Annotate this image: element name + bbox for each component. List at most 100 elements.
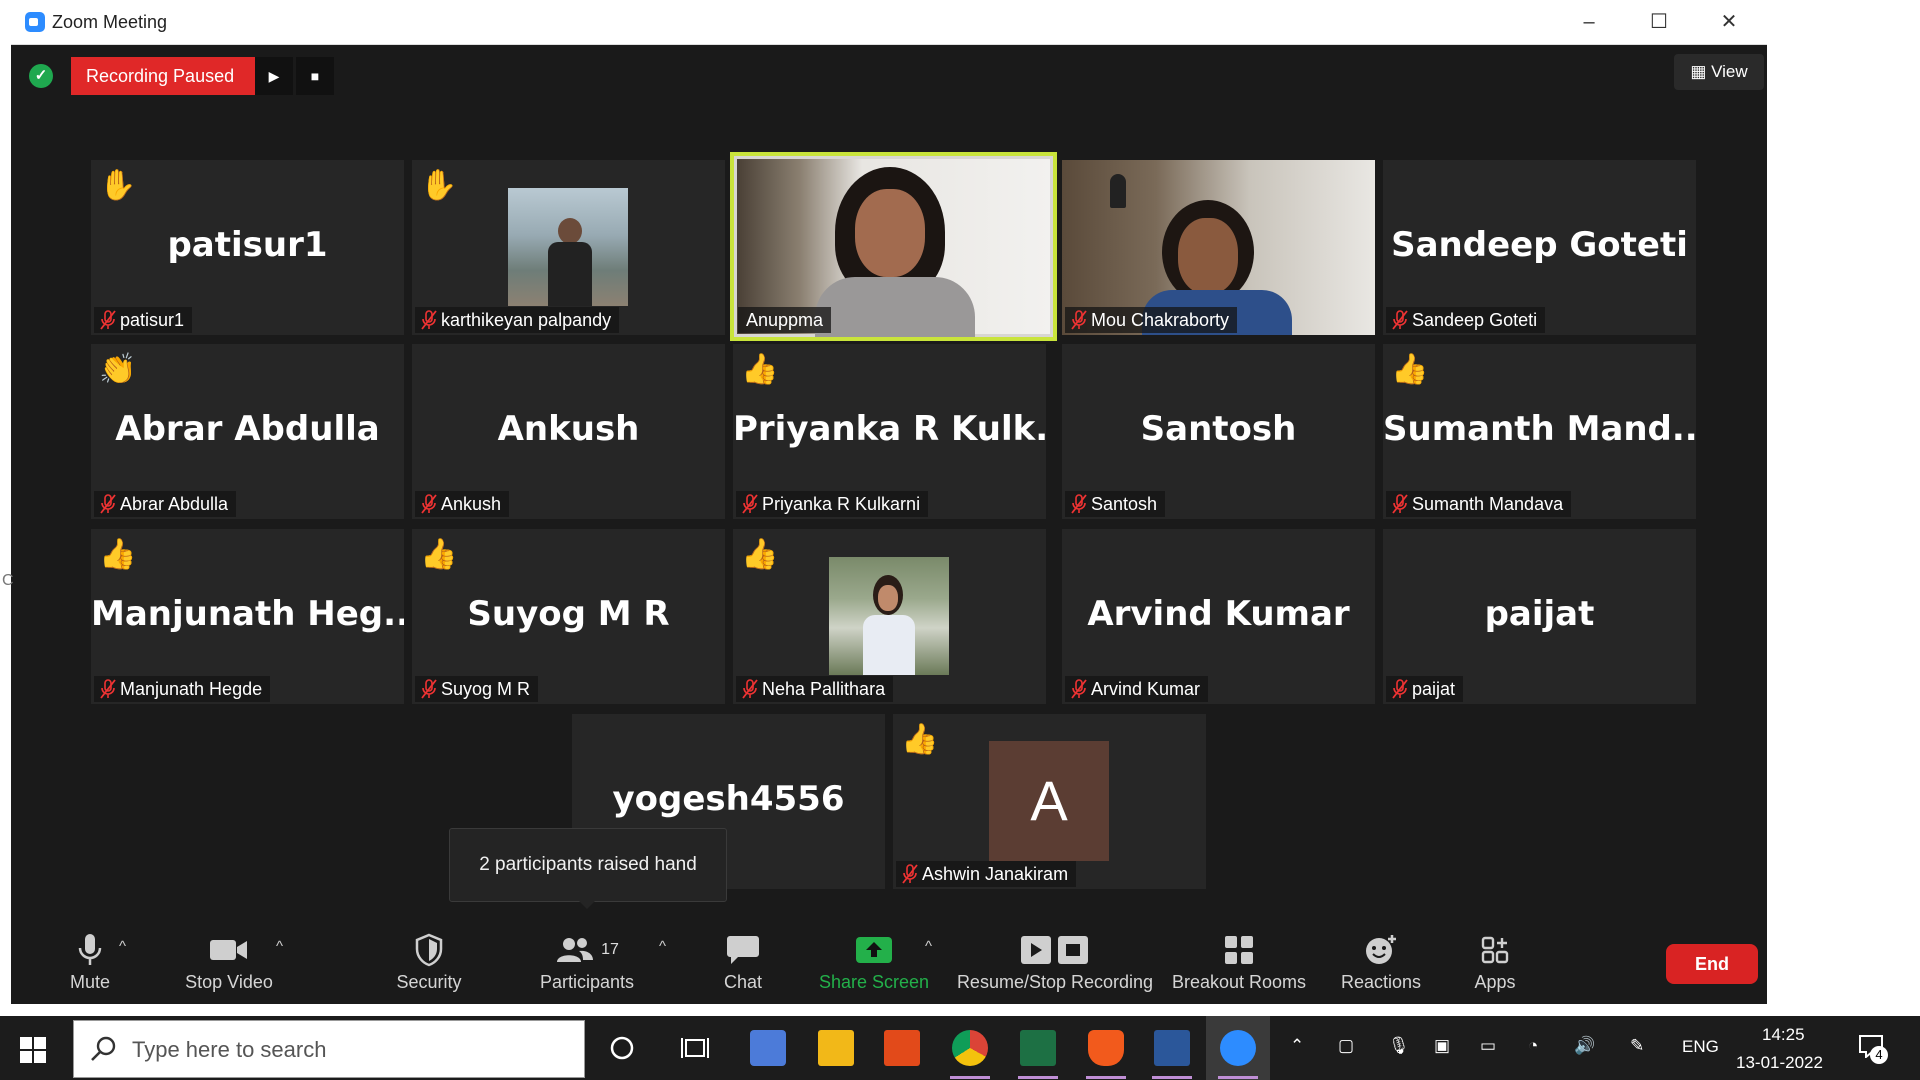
video-options-caret-icon[interactable]: ^ — [276, 938, 283, 955]
participant-tile[interactable]: Sandeep Goteti Sandeep Goteti — [1383, 160, 1696, 335]
windows-start-icon[interactable] — [20, 1037, 46, 1063]
chrome-browser-icon[interactable] — [952, 1030, 988, 1066]
resume-stop-recording-button[interactable]: Resume/Stop Recording — [951, 930, 1159, 1006]
file-explorer-icon[interactable] — [818, 1030, 854, 1066]
office-app-icon[interactable] — [884, 1030, 920, 1066]
share-screen-label: Share Screen — [818, 972, 930, 992]
participant-nameplate: Neha Pallithara — [736, 676, 894, 702]
reactions-button[interactable]: Reactions — [1331, 930, 1431, 1006]
participants-options-caret-icon[interactable]: ^ — [659, 938, 666, 955]
participant-tile[interactable]: Mou Chakraborty — [1062, 160, 1375, 335]
participant-name: Sandeep Goteti — [1412, 310, 1538, 330]
participant-nameplate: Priyanka R Kulkarni — [736, 491, 929, 517]
participant-tile[interactable]: 👏 Abrar Abdulla Abrar Abdulla — [91, 344, 404, 519]
stop-recording-button[interactable]: ■ — [296, 57, 334, 95]
pen-tray-icon[interactable]: ✎ — [1630, 1036, 1644, 1056]
participant-display-name: patisur1 — [167, 225, 328, 265]
wifi-tray-icon[interactable]: ◔ — [1528, 1036, 1538, 1056]
view-button[interactable]: ▦ View — [1674, 54, 1764, 90]
running-indicator — [1086, 1076, 1126, 1079]
participant-display-name: Abrar Abdulla — [115, 409, 380, 449]
raised-hand-icon: ✋ — [99, 169, 137, 202]
participants-button[interactable]: 17 Participants — [525, 930, 649, 1006]
show-hidden-icons-chevron-icon[interactable]: ⌃ — [1290, 1036, 1304, 1056]
language-indicator[interactable]: ENG — [1682, 1037, 1719, 1057]
participant-name: Manjunath Hegde — [120, 679, 263, 699]
participant-tile[interactable]: 👍 Manjunath Heg... Manjunath Hegde — [91, 529, 404, 704]
mic-muted-icon — [742, 679, 758, 699]
clapping-icon: 👏 — [99, 353, 137, 386]
mic-muted-icon — [1071, 679, 1087, 699]
security-button[interactable]: Security — [381, 930, 477, 1006]
meet-now-icon[interactable]: ▢ — [1338, 1036, 1354, 1056]
participants-label: Participants — [539, 972, 635, 992]
zoom-app-icon — [1220, 1030, 1256, 1066]
resume-recording-button[interactable]: ▶ — [255, 57, 293, 95]
active-speaker-tile[interactable]: Anuppma — [730, 152, 1057, 341]
battery-tray-icon[interactable]: ▭ — [1480, 1036, 1496, 1056]
breakout-rooms-icon — [1225, 936, 1253, 964]
apps-button[interactable]: Apps — [1455, 930, 1535, 1006]
participant-tile[interactable]: Ankush Ankush — [412, 344, 725, 519]
participant-nameplate: karthikeyan palpandy — [415, 307, 620, 333]
action-center-button[interactable]: 4 — [1858, 1034, 1888, 1064]
volume-tray-icon[interactable]: 🔊 — [1574, 1036, 1595, 1056]
stop-video-button[interactable]: Stop Video — [169, 930, 289, 1006]
close-button[interactable]: ✕ — [1707, 8, 1751, 36]
desktop-edge-glyph: C — [2, 572, 14, 589]
profile-photo — [829, 557, 949, 675]
chat-button[interactable]: Chat — [707, 930, 779, 1006]
word-app-icon[interactable] — [1154, 1030, 1190, 1066]
clock-time[interactable]: 14:25 — [1762, 1025, 1805, 1045]
thumbs-up-icon: 👍 — [741, 353, 779, 386]
task-view-icon[interactable] — [680, 1034, 710, 1062]
record-controls-icon — [1021, 936, 1088, 964]
view-label: View — [1711, 62, 1748, 81]
participant-tile[interactable]: paijat paijat — [1383, 529, 1696, 704]
thumbs-up-icon: 👍 — [741, 538, 779, 571]
thumbs-up-icon: 👍 — [420, 538, 458, 571]
breakout-rooms-button[interactable]: Breakout Rooms — [1169, 930, 1309, 1006]
participant-tile[interactable]: Arvind Kumar Arvind Kumar — [1062, 529, 1375, 704]
participant-name: Priyanka R Kulkarni — [762, 494, 921, 514]
participant-nameplate: Manjunath Hegde — [94, 676, 271, 702]
participant-tile[interactable]: ✋ karthikeyan palpandy — [412, 160, 725, 335]
participant-tile[interactable]: ✋ patisur1 patisur1 — [91, 160, 404, 335]
encryption-shield-icon[interactable]: ✓ — [29, 64, 53, 88]
network-tray-icon[interactable]: ▣ — [1434, 1036, 1450, 1056]
minimize-button[interactable]: – — [1567, 8, 1611, 36]
participant-name: Neha Pallithara — [762, 679, 886, 699]
share-screen-button[interactable]: Share Screen — [811, 930, 937, 1006]
clock-date[interactable]: 13-01-2022 — [1736, 1053, 1823, 1073]
audio-options-caret-icon[interactable]: ^ — [119, 938, 126, 955]
recording-label: Resume/Stop Recording — [956, 972, 1154, 992]
participant-tile[interactable]: Santosh Santosh — [1062, 344, 1375, 519]
security-shield-icon — [415, 933, 443, 967]
end-meeting-button[interactable]: End — [1666, 944, 1758, 984]
video-camera-icon — [210, 940, 247, 960]
participant-nameplate: Sumanth Mandava — [1386, 491, 1572, 517]
taskbar-search-box[interactable]: Type here to search — [73, 1020, 585, 1078]
participant-name: Suyog M R — [441, 679, 531, 699]
participant-tile[interactable]: 👍 Suyog M R Suyog M R — [412, 529, 725, 704]
title-bar: Zoom Meeting – ☐ ✕ — [11, 0, 1767, 45]
tooltip-pointer — [577, 899, 597, 909]
microphone-tray-icon[interactable]: 🎙 — [1388, 1036, 1410, 1056]
participant-name: paijat — [1412, 679, 1456, 699]
participant-tile[interactable]: 👍 Priyanka R Kulk... Priyanka R Kulkarni — [733, 344, 1046, 519]
participant-display-name: Priyanka R Kulk... — [733, 409, 1046, 449]
participant-display-name: Arvind Kumar — [1087, 594, 1350, 634]
zoom-taskbar-button[interactable] — [1206, 1016, 1270, 1080]
participant-tile[interactable]: 👍 Sumanth Mand... Sumanth Mandava — [1383, 344, 1696, 519]
recording-status-badge: Recording Paused — [71, 57, 255, 95]
participant-tile[interactable]: 👍 Neha Pallithara — [733, 529, 1046, 704]
maximize-button[interactable]: ☐ — [1637, 8, 1681, 36]
participant-tile[interactable]: 👍 A Ashwin Janakiram — [893, 714, 1206, 889]
brave-browser-icon[interactable] — [1088, 1030, 1124, 1066]
calculator-app-icon[interactable] — [750, 1030, 786, 1066]
share-options-caret-icon[interactable]: ^ — [925, 938, 932, 955]
window-title: Zoom Meeting — [52, 12, 168, 32]
cortana-icon[interactable] — [608, 1034, 636, 1062]
excel-app-icon[interactable] — [1020, 1030, 1056, 1066]
search-icon — [91, 1036, 116, 1061]
